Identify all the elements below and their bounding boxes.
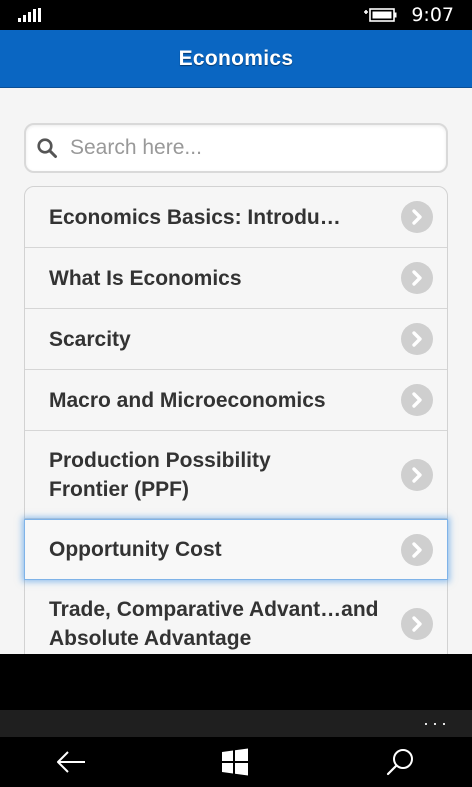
list-item[interactable]: Macro and Microeconomics: [25, 370, 447, 431]
status-bar: 9:07: [0, 0, 472, 30]
search-input[interactable]: [70, 136, 420, 160]
navigation-bar: [0, 737, 472, 787]
windows-icon[interactable]: [219, 747, 251, 777]
status-time: 9:07: [411, 4, 454, 26]
list-item-label: Trade, Comparative Advant…and Absolute A…: [49, 598, 379, 650]
page-title: Economics: [178, 46, 294, 70]
topic-list: Economics Basics: Introdu… What Is Econo…: [24, 186, 448, 654]
battery-icon: [364, 8, 397, 22]
chevron-right-icon: [401, 608, 433, 640]
list-item-label: Scarcity: [49, 327, 131, 351]
list-item-label: Production Possibility Frontier (PPF): [49, 448, 271, 501]
app-header: Economics: [0, 30, 472, 88]
list-item[interactable]: Scarcity: [25, 309, 447, 370]
list-item-label: Macro and Microeconomics: [49, 388, 326, 412]
list-item[interactable]: Opportunity Cost: [24, 519, 448, 580]
list-item[interactable]: Economics Basics: Introdu…: [25, 187, 447, 248]
chevron-right-icon: [401, 262, 433, 294]
back-icon[interactable]: [55, 747, 87, 777]
signal-icon: [18, 8, 42, 22]
empty-area: [0, 654, 472, 710]
chevron-right-icon: [401, 533, 433, 566]
list-item[interactable]: What Is Economics: [25, 248, 447, 309]
search-icon: [37, 138, 57, 158]
main-content: Economics Basics: Introdu… What Is Econo…: [0, 88, 472, 654]
list-item-label: What Is Economics: [49, 266, 242, 290]
list-item-label: Economics Basics: Introdu…: [49, 205, 341, 229]
search-box[interactable]: [24, 123, 448, 173]
list-item[interactable]: Production Possibility Frontier (PPF): [25, 431, 447, 519]
list-item-label: Opportunity Cost: [49, 538, 222, 561]
app-bar: ···: [0, 710, 472, 737]
chevron-right-icon: [401, 323, 433, 355]
more-options-button[interactable]: ···: [423, 713, 450, 734]
chevron-right-icon: [401, 201, 433, 233]
list-item[interactable]: Trade, Comparative Advant…and Absolute A…: [25, 580, 447, 654]
chevron-right-icon: [401, 384, 433, 416]
search-nav-icon[interactable]: [384, 747, 416, 777]
chevron-right-icon: [401, 458, 433, 491]
